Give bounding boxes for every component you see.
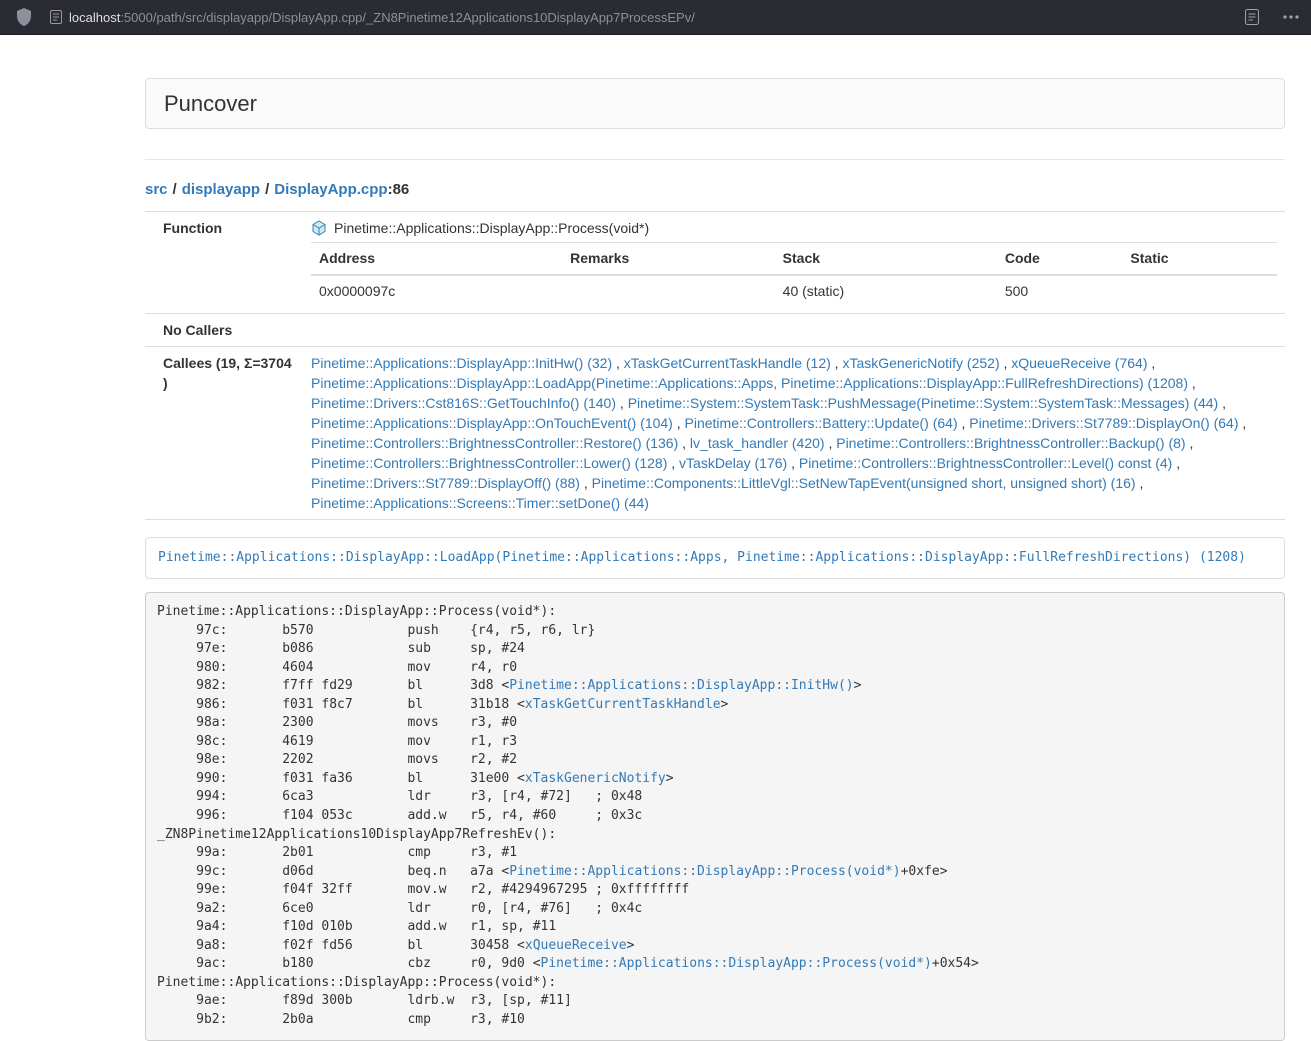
breadcrumb-separator: / xyxy=(173,181,177,198)
reader-mode-icon[interactable] xyxy=(1245,9,1259,25)
callee-link[interactable]: Pinetime::Controllers::Battery::Update()… xyxy=(685,415,958,431)
callee-link[interactable]: Pinetime::System::SystemTask::PushMessag… xyxy=(628,395,1219,411)
no-callers-row: No Callers xyxy=(145,314,1285,347)
column-header-static: Static xyxy=(1122,243,1277,276)
shield-icon[interactable] xyxy=(16,8,32,26)
callee-link[interactable]: xQueueReceive (764) xyxy=(1011,355,1147,371)
function-table: Function Pinetime::Applications::Display… xyxy=(145,211,1285,520)
no-callers-label: No Callers xyxy=(145,314,303,347)
breadcrumb-link-displayapp[interactable]: displayapp xyxy=(182,181,260,198)
details-header-row: Address Remarks Stack Code Static xyxy=(311,243,1277,276)
disassembly-symbol-link[interactable]: Pinetime::Applications::DisplayApp::Init… xyxy=(509,678,853,693)
page-icon xyxy=(50,10,62,24)
disassembly-symbol-link[interactable]: xTaskGetCurrentTaskHandle xyxy=(525,697,721,712)
column-header-address: Address xyxy=(311,243,562,276)
callee-link[interactable]: Pinetime::Applications::DisplayApp::Load… xyxy=(311,375,1188,391)
breadcrumb-link-src[interactable]: src xyxy=(145,181,168,198)
method-icon xyxy=(311,220,327,236)
disassembly-symbol-link[interactable]: xTaskGenericNotify xyxy=(525,771,666,786)
url-bar[interactable]: localhost:5000/path/src/displayapp/Displ… xyxy=(50,10,1245,25)
callee-link[interactable]: Pinetime::Drivers::Cst816S::GetTouchInfo… xyxy=(311,395,616,411)
callees-label: Callees (19, Σ=3704 ) xyxy=(145,347,303,520)
callees-row: Callees (19, Σ=3704 ) Pinetime::Applicat… xyxy=(145,347,1285,520)
breadcrumb-separator: / xyxy=(265,181,269,198)
page-title: Puncover xyxy=(164,91,257,116)
callee-link[interactable]: vTaskDelay (176) xyxy=(679,455,787,471)
highlight-symbol-link[interactable]: Pinetime::Applications::DisplayApp::Load… xyxy=(158,550,1246,565)
cell-code: 500 xyxy=(997,275,1123,307)
column-header-stack: Stack xyxy=(775,243,997,276)
url-path: :5000/path/src/displayapp/DisplayApp.cpp… xyxy=(120,10,695,25)
cell-address: 0x0000097c xyxy=(311,275,562,307)
disassembly-symbol-link[interactable]: Pinetime::Applications::DisplayApp::Proc… xyxy=(541,956,932,971)
function-details-table: Address Remarks Stack Code Static 0x0000… xyxy=(311,242,1277,307)
callee-link[interactable]: Pinetime::Controllers::BrightnessControl… xyxy=(311,435,678,451)
breadcrumb-link-file[interactable]: DisplayApp.cpp xyxy=(274,181,387,198)
function-name: Pinetime::Applications::DisplayApp::Proc… xyxy=(334,218,649,238)
divider xyxy=(145,159,1285,160)
callee-link[interactable]: xTaskGenericNotify (252) xyxy=(842,355,999,371)
callee-link[interactable]: Pinetime::Components::LittleVgl::SetNewT… xyxy=(592,475,1136,491)
page-content: Puncover src / displayapp / DisplayApp.cpp:8… xyxy=(145,35,1285,1041)
disassembly-symbol-link[interactable]: xQueueReceive xyxy=(525,938,627,953)
url-host: localhost xyxy=(69,10,120,25)
function-row-label: Function xyxy=(145,212,303,314)
cell-remarks xyxy=(562,275,775,307)
callee-link[interactable]: Pinetime::Applications::DisplayApp::OnTo… xyxy=(311,415,673,431)
disassembly-pre: Pinetime::Applications::DisplayApp::Proc… xyxy=(145,592,1285,1041)
symbol-highlight-box: Pinetime::Applications::DisplayApp::Load… xyxy=(145,537,1285,579)
column-header-code: Code xyxy=(997,243,1123,276)
details-data-row: 0x0000097c 40 (static) 500 xyxy=(311,275,1277,307)
function-row: Function Pinetime::Applications::Display… xyxy=(145,212,1285,314)
page-title-box: Puncover xyxy=(145,78,1285,129)
disassembly-symbol-link[interactable]: Pinetime::Applications::DisplayApp::Proc… xyxy=(509,864,900,879)
cell-static xyxy=(1122,275,1277,307)
callee-link[interactable]: Pinetime::Applications::Screens::Timer::… xyxy=(311,495,649,511)
callee-link[interactable]: xTaskGetCurrentTaskHandle (12) xyxy=(624,355,831,371)
callee-link[interactable]: Pinetime::Drivers::St7789::DisplayOff() … xyxy=(311,475,580,491)
callee-link[interactable]: Pinetime::Controllers::BrightnessControl… xyxy=(799,455,1172,471)
cell-stack: 40 (static) xyxy=(775,275,997,307)
callee-link[interactable]: Pinetime::Drivers::St7789::DisplayOn() (… xyxy=(969,415,1238,431)
column-header-remarks: Remarks xyxy=(562,243,775,276)
callees-list: Pinetime::Applications::DisplayApp::Init… xyxy=(311,353,1277,513)
callee-link[interactable]: lv_task_handler (420) xyxy=(690,435,825,451)
breadcrumb-line-number: :86 xyxy=(388,181,410,198)
breadcrumb: src / displayapp / DisplayApp.cpp:86 xyxy=(145,181,1285,198)
browser-bar: localhost:5000/path/src/displayapp/Displ… xyxy=(0,0,1311,35)
callee-link[interactable]: Pinetime::Applications::DisplayApp::Init… xyxy=(311,355,612,371)
overflow-menu-icon[interactable] xyxy=(1283,15,1299,19)
callee-link[interactable]: Pinetime::Controllers::BrightnessControl… xyxy=(836,435,1185,451)
callee-link[interactable]: Pinetime::Controllers::BrightnessControl… xyxy=(311,455,667,471)
function-signature: Pinetime::Applications::DisplayApp::Proc… xyxy=(311,218,1277,238)
